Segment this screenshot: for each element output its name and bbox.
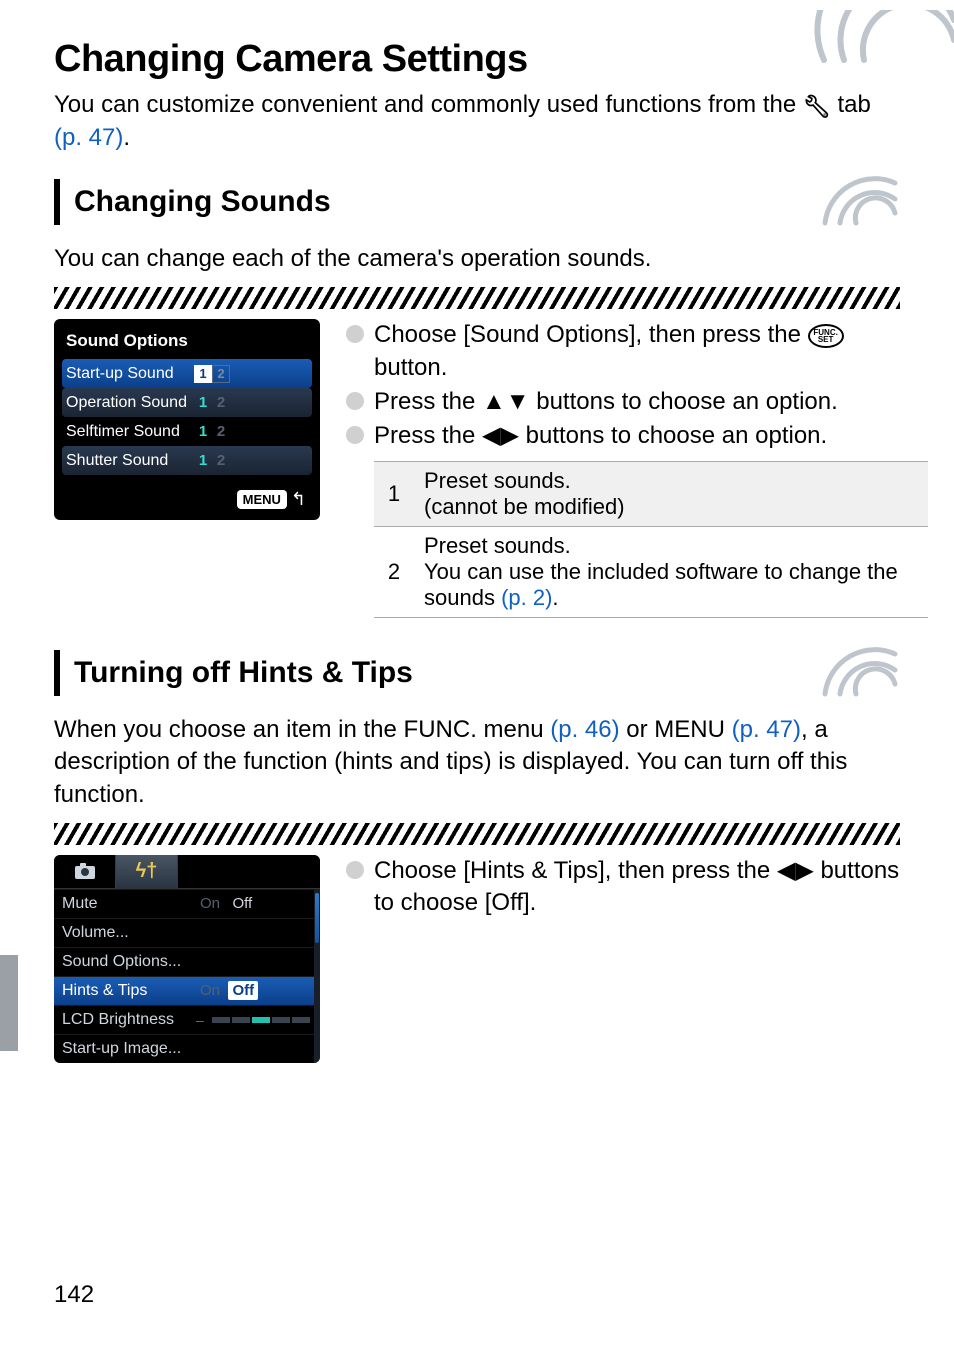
- brightness-slider: –+: [196, 1012, 320, 1028]
- tools-icon: 🔧︎: [803, 93, 831, 122]
- opt-1: 1: [194, 423, 212, 441]
- lcd-menu-footer: MENU↰: [62, 475, 312, 512]
- t2b-pre: You can use the included software to cha…: [424, 559, 898, 610]
- lcd-row-startup: Start-up Sound 12: [62, 359, 312, 388]
- opt-1: 1: [194, 394, 212, 412]
- tools-tab-icon: ϟ†: [136, 860, 158, 883]
- table-desc-1: Preset sounds. (cannot be modified): [414, 461, 928, 526]
- step-hints: Choose [Hints & Tips], then press the ◀▶…: [346, 855, 900, 920]
- hints-on: On: [196, 981, 224, 1000]
- intro-page-link[interactable]: (p. 47): [54, 124, 123, 151]
- menu-row-startup: Start-up Image...: [54, 1034, 320, 1063]
- menu-row-volume: Volume...: [54, 918, 320, 947]
- menu-row-mute: Mute On Off: [54, 889, 320, 918]
- step-1: Choose [Sound Options], then press the F…: [346, 319, 900, 384]
- func-set-button-icon: FUNC.SET: [808, 324, 844, 348]
- lcd-row-operation: Operation Sound 12: [62, 388, 312, 417]
- menu-row-brightness: LCD Brightness –+: [54, 1005, 320, 1034]
- lcd-sound-options: Sound Options Start-up Sound 12 Operatio…: [54, 319, 320, 520]
- s2b-a: When you choose an item in the FUNC. men…: [54, 716, 550, 743]
- step-list-2: Choose [Hints & Tips], then press the ◀▶…: [346, 855, 900, 920]
- s2b-link1[interactable]: (p. 46): [550, 716, 619, 743]
- menu-label: Start-up Image...: [62, 1040, 196, 1058]
- table-desc-2: Preset sounds. You can use the included …: [414, 526, 928, 617]
- lcd-setup-menu: ϟ† Mute On Off Volume... Sound Options..…: [54, 855, 320, 1063]
- intro-post: tab: [831, 91, 871, 118]
- opt-2: 2: [212, 365, 230, 383]
- menu-label: Hints & Tips: [62, 982, 196, 1000]
- page-title: Changing Camera Settings: [54, 38, 900, 87]
- menu-chip: MENU: [237, 490, 287, 509]
- s2b-b: or MENU: [620, 716, 732, 743]
- opt-2: 2: [212, 423, 230, 441]
- menu-label: Mute: [62, 895, 196, 913]
- step-2: Press the ▲▼ buttons to choose an option…: [346, 386, 900, 418]
- step1-text-b: button.: [374, 354, 447, 381]
- opt-2: 2: [212, 394, 230, 412]
- corner-decoration-top: [794, 0, 954, 70]
- page-number: 142: [54, 1281, 94, 1309]
- s2b-link2[interactable]: (p. 47): [732, 716, 801, 743]
- corner-decoration-h2b: [820, 646, 900, 700]
- tab-camera: [54, 855, 116, 888]
- lcd-row-label: Shutter Sound: [66, 452, 194, 470]
- lcd-row-selftimer: Selftimer Sound 12: [62, 417, 312, 446]
- step2-text: Press the ▲▼ buttons to choose an option…: [374, 388, 838, 415]
- t1b: (cannot be modified): [424, 494, 625, 519]
- intro-pre: You can customize convenient and commonl…: [54, 91, 803, 118]
- table-num-2: 2: [374, 526, 414, 617]
- section-heading-hints: Turning off Hints & Tips: [54, 650, 820, 696]
- hints-off: Off: [228, 981, 258, 1000]
- return-icon: ↰: [291, 489, 306, 509]
- step1-text-a: Choose [Sound Options], then press the: [374, 321, 808, 348]
- menu-row-hints: Hints & Tips On Off: [54, 976, 320, 1005]
- lcd-title: Sound Options: [62, 329, 312, 359]
- t1a: Preset sounds.: [424, 468, 571, 493]
- intro-text: You can customize convenient and commonl…: [54, 89, 900, 153]
- section2-body: When you choose an item in the FUNC. men…: [54, 714, 900, 811]
- mute-on: On: [196, 894, 224, 913]
- corner-decoration-h2a: [820, 175, 900, 229]
- opt-1: 1: [194, 365, 212, 383]
- lcd-row-label: Selftimer Sound: [66, 423, 194, 441]
- section1-body: You can change each of the camera's oper…: [54, 243, 900, 275]
- menu-row-soundopt: Sound Options...: [54, 947, 320, 976]
- menu-label: Volume...: [62, 924, 196, 942]
- menu-label: LCD Brightness: [62, 1011, 196, 1029]
- lcd-row-shutter: Shutter Sound 12: [62, 446, 312, 475]
- step-3: Press the ◀▶ buttons to choose an option…: [346, 420, 900, 452]
- opt-2: 2: [212, 452, 230, 470]
- tab-bar: ϟ†: [54, 855, 320, 889]
- camera-icon: [74, 862, 96, 880]
- table-num-1: 1: [374, 461, 414, 526]
- table-row: 2 Preset sounds. You can use the include…: [374, 526, 928, 617]
- section-heading-sounds: Changing Sounds: [54, 179, 820, 225]
- tab-tools: ϟ†: [116, 855, 178, 888]
- menu-label: Sound Options...: [62, 953, 196, 971]
- table-row: 1 Preset sounds. (cannot be modified): [374, 461, 928, 526]
- mute-off: Off: [228, 894, 256, 913]
- step3-text: Press the ◀▶ buttons to choose an option…: [374, 422, 827, 449]
- t2a: Preset sounds.: [424, 533, 571, 558]
- t2b-dot: .: [552, 585, 558, 610]
- opt-1: 1: [194, 452, 212, 470]
- stripe-divider: [54, 287, 900, 309]
- lcd-row-label: Operation Sound: [66, 394, 194, 412]
- lcd-row-label: Start-up Sound: [66, 365, 194, 383]
- step-hints-text: Choose [Hints & Tips], then press the ◀▶…: [374, 857, 899, 916]
- step-list-1: Choose [Sound Options], then press the F…: [346, 319, 900, 453]
- scrollbar: [314, 889, 320, 1063]
- intro-dot: .: [123, 124, 130, 151]
- scrollbar-thumb: [315, 893, 319, 943]
- options-table: 1 Preset sounds. (cannot be modified) 2 …: [374, 461, 928, 618]
- t2b-link[interactable]: (p. 2): [501, 585, 552, 610]
- stripe-divider-2: [54, 823, 900, 845]
- side-tab-marker: [0, 955, 18, 1051]
